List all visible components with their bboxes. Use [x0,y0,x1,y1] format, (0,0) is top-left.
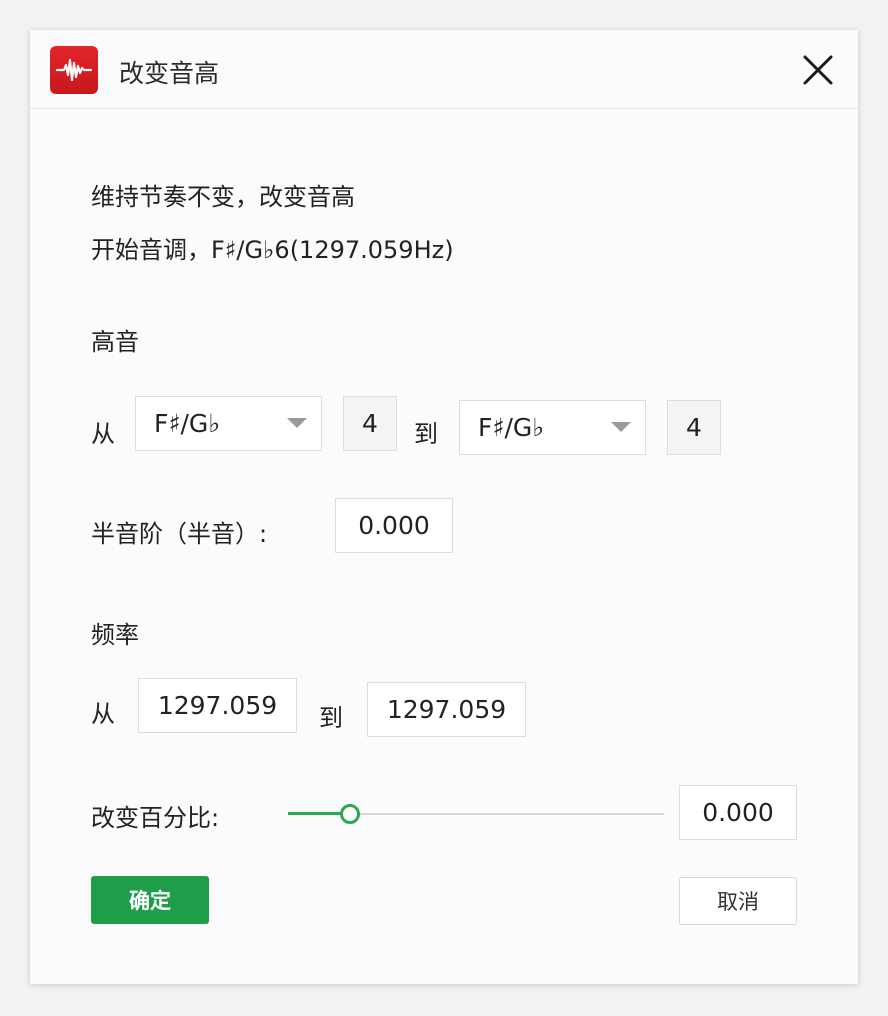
ok-button[interactable]: 确定 [91,876,209,924]
to-note-select[interactable]: F♯/G♭ [459,400,646,455]
semitone-label: 半音阶（半音）: [91,520,268,548]
frequency-from-input[interactable]: 1297.059 [138,678,297,733]
pitch-to-label: 到 [414,420,438,448]
from-note-value: F♯/G♭ [154,409,221,438]
close-icon[interactable] [800,52,836,88]
dialog-title: 改变音高 [119,59,220,88]
description-text: 维持节奏不变，改变音高 [91,183,355,211]
percent-slider-thumb[interactable] [340,804,361,824]
chevron-down-icon [611,422,631,432]
frequency-to-input[interactable]: 1297.059 [367,682,526,737]
percent-label: 改变百分比: [91,804,220,832]
to-octave-field[interactable]: 4 [667,400,721,455]
dialog-titlebar: 改变音高 [30,30,858,109]
start-pitch-text: 开始音调，F♯/G♭6(1297.059Hz) [91,236,454,264]
cancel-button[interactable]: 取消 [679,877,797,925]
frequency-from-label: 从 [91,700,115,728]
change-pitch-dialog: 改变音高 维持节奏不变，改变音高 开始音调，F♯/G♭6(1297.059Hz)… [30,30,858,984]
semitone-input[interactable]: 0.000 [335,498,453,553]
pitch-section-label: 高音 [91,328,139,356]
frequency-section-label: 频率 [91,621,139,649]
frequency-to-label: 到 [319,704,343,732]
chevron-down-icon [287,418,307,428]
from-octave-field[interactable]: 4 [343,396,397,451]
from-note-select[interactable]: F♯/G♭ [135,396,322,451]
to-note-value: F♯/G♭ [478,413,545,442]
pitch-from-label: 从 [91,420,115,448]
audio-waveform-icon [50,46,98,94]
percent-input[interactable]: 0.000 [679,785,797,840]
